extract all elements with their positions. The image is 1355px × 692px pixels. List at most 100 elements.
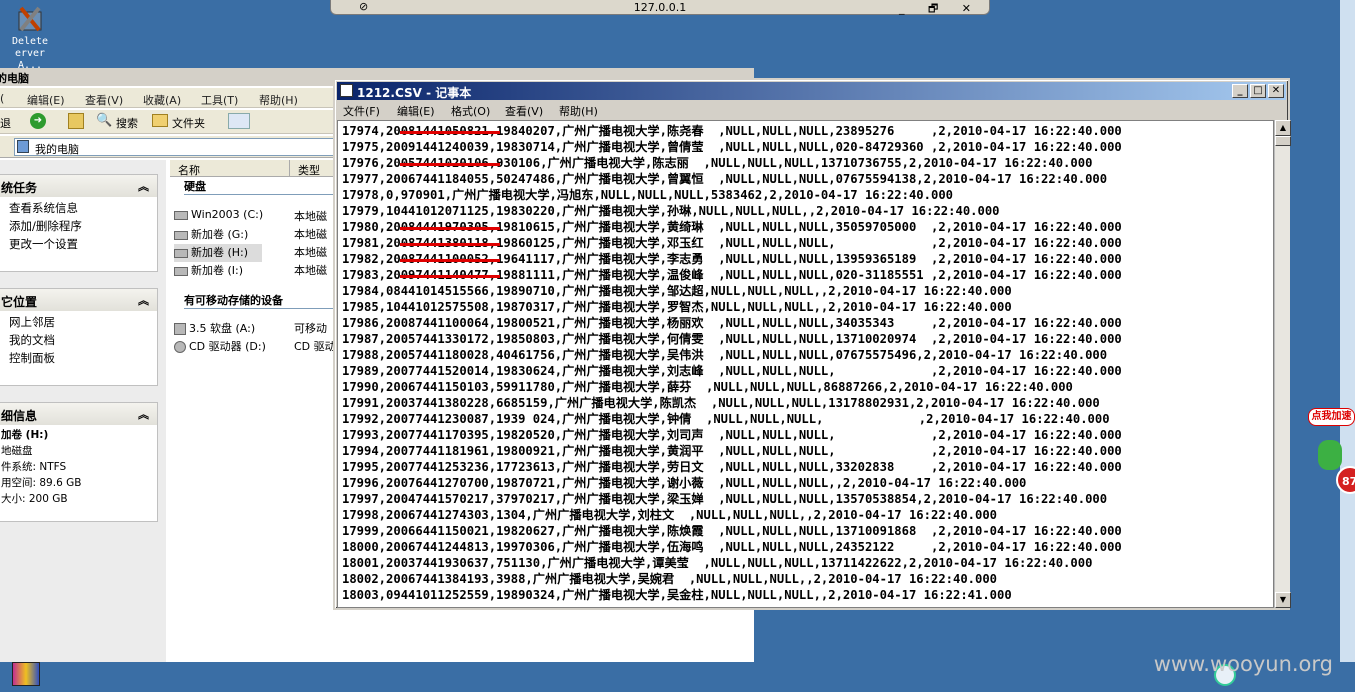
speedup-badge[interactable]: 点我加速 [1308, 408, 1355, 426]
drive-name: CD 驱动器 (D:) [189, 340, 266, 353]
hard-drive-icon [174, 230, 188, 240]
details-free-space: 用空间: 89.6 GB [1, 477, 82, 489]
system-tasks-title: 统任务 [1, 181, 38, 195]
redaction-underline [400, 227, 500, 230]
csv-line: 17994,20077441181961,19800921,广州广播电视大学,黄… [342, 444, 1122, 458]
notepad-menubar: 文件(F) 编辑(E) 格式(O) 查看(V) 帮助(H) [337, 101, 1286, 119]
remote-window-controls[interactable]: _ 🗗 ✕ [899, 0, 981, 19]
forward-icon[interactable]: ➜ [30, 113, 46, 129]
menu-view[interactable]: 查看(V) [85, 92, 123, 108]
minimize-button[interactable]: _ [1232, 84, 1248, 98]
system-tasks-header[interactable]: 统任务 ︽ [0, 175, 157, 197]
drive-a[interactable]: 3.5 软盘 (A:) [174, 320, 255, 338]
csv-line: 17998,20067441274303,1304,广州广播电视大学,刘柱文 ,… [342, 508, 998, 522]
views-icon[interactable] [228, 113, 250, 129]
explorer-title: 的电脑 [0, 72, 29, 85]
place-list: 网上邻居 我的文档 控制面板 [0, 311, 157, 369]
vertical-scrollbar[interactable]: ▲ ▼ [1274, 120, 1291, 608]
back-button[interactable]: 退 [0, 115, 11, 131]
redaction-underline [400, 259, 500, 262]
collapse-icon[interactable]: ︽ [138, 406, 149, 422]
menu-edit[interactable]: 编辑(E) [397, 103, 435, 119]
task-view-system-info[interactable]: 查看系统信息 [9, 199, 157, 217]
up-folder-icon[interactable] [68, 113, 84, 129]
place-my-documents[interactable]: 我的文档 [9, 331, 157, 349]
drive-h[interactable]: 新加卷 (H:) [174, 244, 262, 262]
maximize-button[interactable]: □ [1250, 84, 1266, 98]
menu-help[interactable]: 帮助(H) [259, 92, 298, 108]
removable-group-label: 有可移动存储的设备 [184, 294, 283, 307]
place-network[interactable]: 网上邻居 [9, 313, 157, 331]
drive-name: 新加卷 (I:) [191, 264, 244, 277]
hdd-group-label: 硬盘 [184, 180, 206, 193]
scroll-thumb[interactable] [1275, 136, 1291, 146]
close-button[interactable]: ✕ [1268, 84, 1284, 98]
csv-line: 17984,08441014515566,19890710,广州广播电视大学,邹… [342, 284, 1012, 298]
menu-file[interactable]: ( [0, 92, 4, 105]
csv-line: 17992,20077441230087,1939 024,广州广播电视大学,钟… [342, 412, 1110, 426]
hard-drive-icon [174, 266, 188, 276]
scroll-up-icon[interactable]: ▲ [1275, 120, 1291, 136]
drive-type: 本地磁 [294, 264, 327, 277]
notepad-window: 1212.CSV - 记事本 _ □ ✕ 文件(F) 编辑(E) 格式(O) 查… [333, 78, 1291, 610]
details-text: 加卷 (H:) 地磁盘 件系统: NTFS 用空间: 89.6 GB 大小: 2… [0, 425, 157, 509]
other-places-panel: 它位置 ︽ 网上邻居 我的文档 控制面板 [0, 288, 158, 386]
winrar-icon[interactable] [12, 662, 40, 686]
drive-d[interactable]: CD 驱动器 (D:) [174, 338, 266, 356]
menu-help[interactable]: 帮助(H) [559, 103, 598, 119]
menu-view[interactable]: 查看(V) [505, 103, 543, 119]
desktop-icon-label-1: Delete [11, 36, 49, 47]
desktop-bottom [0, 662, 1355, 692]
notepad-text-area[interactable]: 17974,20081441050821,19840207,广州广播电视大学,陈… [337, 120, 1274, 608]
csv-line: 17977,20067441184055,50247486,广州广播电视大学,曾… [342, 172, 1108, 186]
task-add-remove-programs[interactable]: 添加/删除程序 [9, 217, 157, 235]
redaction-underline [400, 131, 500, 134]
place-control-panel[interactable]: 控制面板 [9, 349, 157, 367]
mascot-icon[interactable] [1318, 440, 1342, 470]
menu-file[interactable]: 文件(F) [343, 103, 380, 119]
column-name[interactable]: 名称 [170, 160, 290, 177]
csv-line: 17991,20037441380228,6685159,广州广播电视大学,陈凯… [342, 396, 1100, 410]
scroll-down-icon[interactable]: ▼ [1275, 592, 1291, 608]
csv-line: 18003,09441011252559,19890324,广州广播电视大学,吴… [342, 588, 1012, 602]
csv-line: 17985,10441012575508,19870317,广州广播电视大学,罗… [342, 300, 1012, 314]
details-filesystem: 件系统: NTFS [1, 461, 67, 473]
csv-line: 17975,20091441240039,19830714,广州广播电视大学,曾… [342, 140, 1122, 154]
drive-g[interactable]: 新加卷 (G:) [174, 226, 248, 244]
address-value: 我的电脑 [35, 143, 79, 156]
desktop-icon-delete-server[interactable]: Delete erver A... [0, 0, 60, 71]
drive-type: 本地磁 [294, 210, 327, 223]
details-drive-name: 加卷 (H:) [1, 429, 49, 441]
menu-tools[interactable]: 工具(T) [201, 92, 238, 108]
drive-name: 3.5 软盘 (A:) [189, 322, 256, 335]
drive-type: CD 驱动 [294, 340, 336, 353]
speed-counter[interactable]: 87 [1336, 466, 1355, 494]
csv-line: 17996,20076441270700,19870721,广州广播电视大学,谢… [342, 476, 1027, 490]
csv-line: 17987,20057441330172,19850803,广州广播电视大学,何… [342, 332, 1122, 346]
other-places-header[interactable]: 它位置 ︽ [0, 289, 157, 311]
menu-format[interactable]: 格式(O) [451, 103, 490, 119]
details-header[interactable]: 细信息 ︽ [0, 403, 157, 425]
redaction-underline [400, 163, 500, 166]
drive-i[interactable]: 新加卷 (I:) [174, 262, 243, 280]
drive-type: 本地磁 [294, 228, 327, 241]
collapse-icon[interactable]: ︽ [138, 292, 149, 308]
task-list: 查看系统信息 添加/删除程序 更改一个设置 [0, 197, 157, 255]
menu-edit[interactable]: 编辑(E) [27, 92, 65, 108]
csv-line: 17990,20067441150103,59911780,广州广播电视大学,薛… [342, 380, 1073, 394]
drive-type: 可移动 [294, 322, 327, 335]
search-icon[interactable]: 🔍 [96, 113, 112, 128]
csv-line: 17999,20066441150021,19820627,广州广播电视大学,陈… [342, 524, 1122, 538]
collapse-icon[interactable]: ︽ [138, 178, 149, 194]
drive-c[interactable]: Win2003 (C:) [174, 208, 263, 226]
csv-line: 17986,20087441100064,19800521,广州广播电视大学,杨… [342, 316, 1122, 330]
search-button[interactable]: 搜索 [116, 115, 138, 131]
folders-button[interactable]: 文件夹 [172, 115, 205, 131]
task-change-setting[interactable]: 更改一个设置 [9, 235, 157, 253]
drive-type: 本地磁 [294, 246, 327, 259]
csv-line: 17995,20077441253236,17723613,广州广播电视大学,劳… [342, 460, 1122, 474]
folders-icon[interactable] [152, 114, 168, 127]
tools-icon [18, 6, 42, 32]
details-total-size: 大小: 200 GB [1, 493, 68, 505]
menu-favorites[interactable]: 收藏(A) [143, 92, 181, 108]
